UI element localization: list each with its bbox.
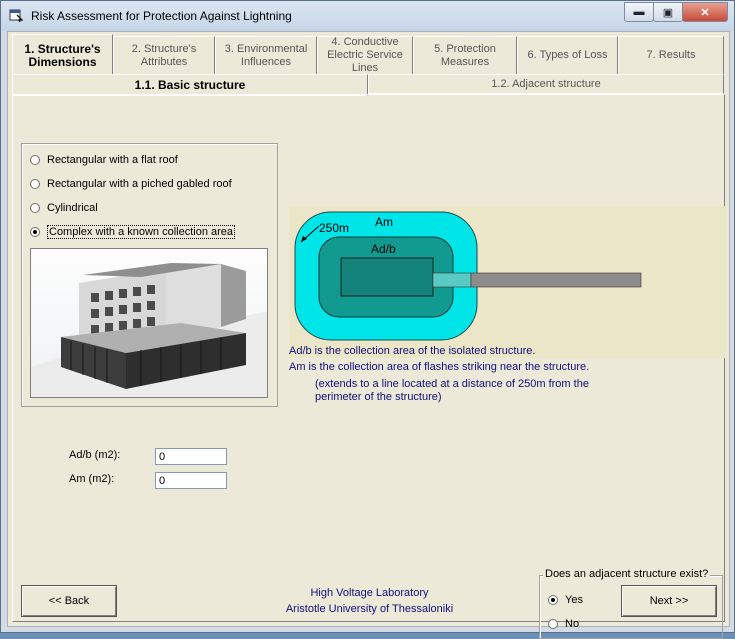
- title-bar[interactable]: Risk Assessment for Protection Against L…: [1, 1, 734, 31]
- minimize-icon: ▬: [633, 6, 645, 18]
- app-window: Risk Assessment for Protection Against L…: [0, 0, 735, 639]
- building-footprint: [340, 257, 434, 297]
- tab-protection-measures[interactable]: 5. Protection Measures: [413, 36, 517, 74]
- option-flat-roof[interactable]: Rectangular with a flat roof: [30, 154, 178, 166]
- main-tab-strip: 1. Structure's Dimensions 2. Structure's…: [12, 34, 728, 76]
- sub-tab-label: 1.1. Basic structure: [134, 78, 246, 92]
- tab-label: 3. Environmental Influences: [224, 42, 308, 68]
- tab-structures-attributes[interactable]: 2. Structure's Attributes: [113, 36, 215, 74]
- radio-complex[interactable]: [30, 227, 40, 237]
- option-label: Cylindrical: [47, 202, 98, 214]
- adb-diagram-label: Ad/b: [371, 242, 396, 256]
- no-label: No: [565, 618, 580, 630]
- university-name: Aristotle University of Thessaloniki: [285, 603, 454, 615]
- maximize-button[interactable]: ▣: [653, 2, 683, 22]
- close-icon: ✕: [700, 6, 710, 19]
- sub-tab-label: 1.2. Adjacent structure: [491, 78, 601, 90]
- adb-input[interactable]: 0: [155, 448, 227, 465]
- tab-label: 1. Structure's Dimensions: [24, 41, 101, 69]
- am-diagram-label: Am: [375, 215, 393, 229]
- option-complex[interactable]: Complex with a known collection area: [30, 225, 236, 239]
- info-line-1: Ad/b is the collection area of the isola…: [289, 345, 536, 357]
- basic-structure-panel: Rectangular with a flat roof Rectangular…: [12, 94, 726, 639]
- sub-tab-strip: 1.1. Basic structure 1.2. Adjacent struc…: [12, 74, 726, 96]
- adb-label: Ad/b (m2):: [69, 449, 121, 461]
- option-label: Rectangular with a piched gabled roof: [47, 178, 232, 190]
- tab-conductive-lines[interactable]: 4. Conductive Electric Service Lines: [317, 36, 413, 74]
- distance-label: 250m: [319, 221, 349, 235]
- radio-flat-roof[interactable]: [30, 155, 40, 165]
- option-cylindrical[interactable]: Cylindrical: [30, 202, 98, 214]
- client-area: 1. Structure's Dimensions 2. Structure's…: [7, 31, 730, 639]
- line-near-zone: [432, 272, 472, 288]
- window-title: Risk Assessment for Protection Against L…: [31, 9, 292, 23]
- structure-type-group: Rectangular with a flat roof Rectangular…: [21, 143, 278, 407]
- tab-types-of-loss[interactable]: 6. Types of Loss: [517, 36, 618, 74]
- radio-cylindrical[interactable]: [30, 203, 40, 213]
- option-label: Complex with a known collection area: [47, 225, 236, 239]
- info-line-3: (extends to a line located at a distance…: [315, 378, 589, 390]
- radio-no[interactable]: [548, 619, 558, 629]
- tab-environmental-influences[interactable]: 3. Environmental Influences: [215, 36, 317, 74]
- service-line: [470, 272, 642, 288]
- tab-basic-structure[interactable]: 1.1. Basic structure: [12, 74, 368, 96]
- am-input[interactable]: 0: [155, 472, 227, 489]
- info-line-4: perimeter of the structure): [315, 391, 442, 403]
- tab-results[interactable]: 7. Results: [618, 36, 724, 74]
- option-adjacent-no[interactable]: No: [548, 618, 579, 630]
- collection-area-diagram: 250m Am Ad/b: [289, 206, 726, 358]
- tab-adjacent-structure[interactable]: 1.2. Adjacent structure: [368, 74, 724, 94]
- option-gabled-roof[interactable]: Rectangular with a piched gabled roof: [30, 178, 232, 190]
- tab-label: 4. Conductive Electric Service Lines: [327, 36, 403, 74]
- tab-label: 7. Results: [646, 49, 696, 61]
- app-icon: [9, 9, 23, 22]
- building-photo: [30, 248, 268, 398]
- lab-name: High Voltage Laboratory: [310, 587, 429, 599]
- radio-gabled-roof[interactable]: [30, 179, 40, 189]
- close-button[interactable]: ✕: [682, 2, 728, 22]
- tab-structures-dimensions[interactable]: 1. Structure's Dimensions: [12, 34, 113, 76]
- maximize-icon: ▣: [662, 6, 674, 19]
- minimize-button[interactable]: ▬: [624, 2, 654, 22]
- option-label: Rectangular with a flat roof: [47, 154, 178, 166]
- info-line-2: Am is the collection area of flashes str…: [289, 361, 590, 373]
- next-button[interactable]: Next >>: [621, 585, 717, 617]
- tab-label: 6. Types of Loss: [527, 49, 608, 61]
- tab-label: 5. Protection Measures: [434, 42, 496, 68]
- am-label: Am (m2):: [69, 473, 115, 485]
- tab-label: 2. Structure's Attributes: [131, 42, 197, 68]
- adjacent-question: Does an adjacent structure exist?: [543, 568, 711, 580]
